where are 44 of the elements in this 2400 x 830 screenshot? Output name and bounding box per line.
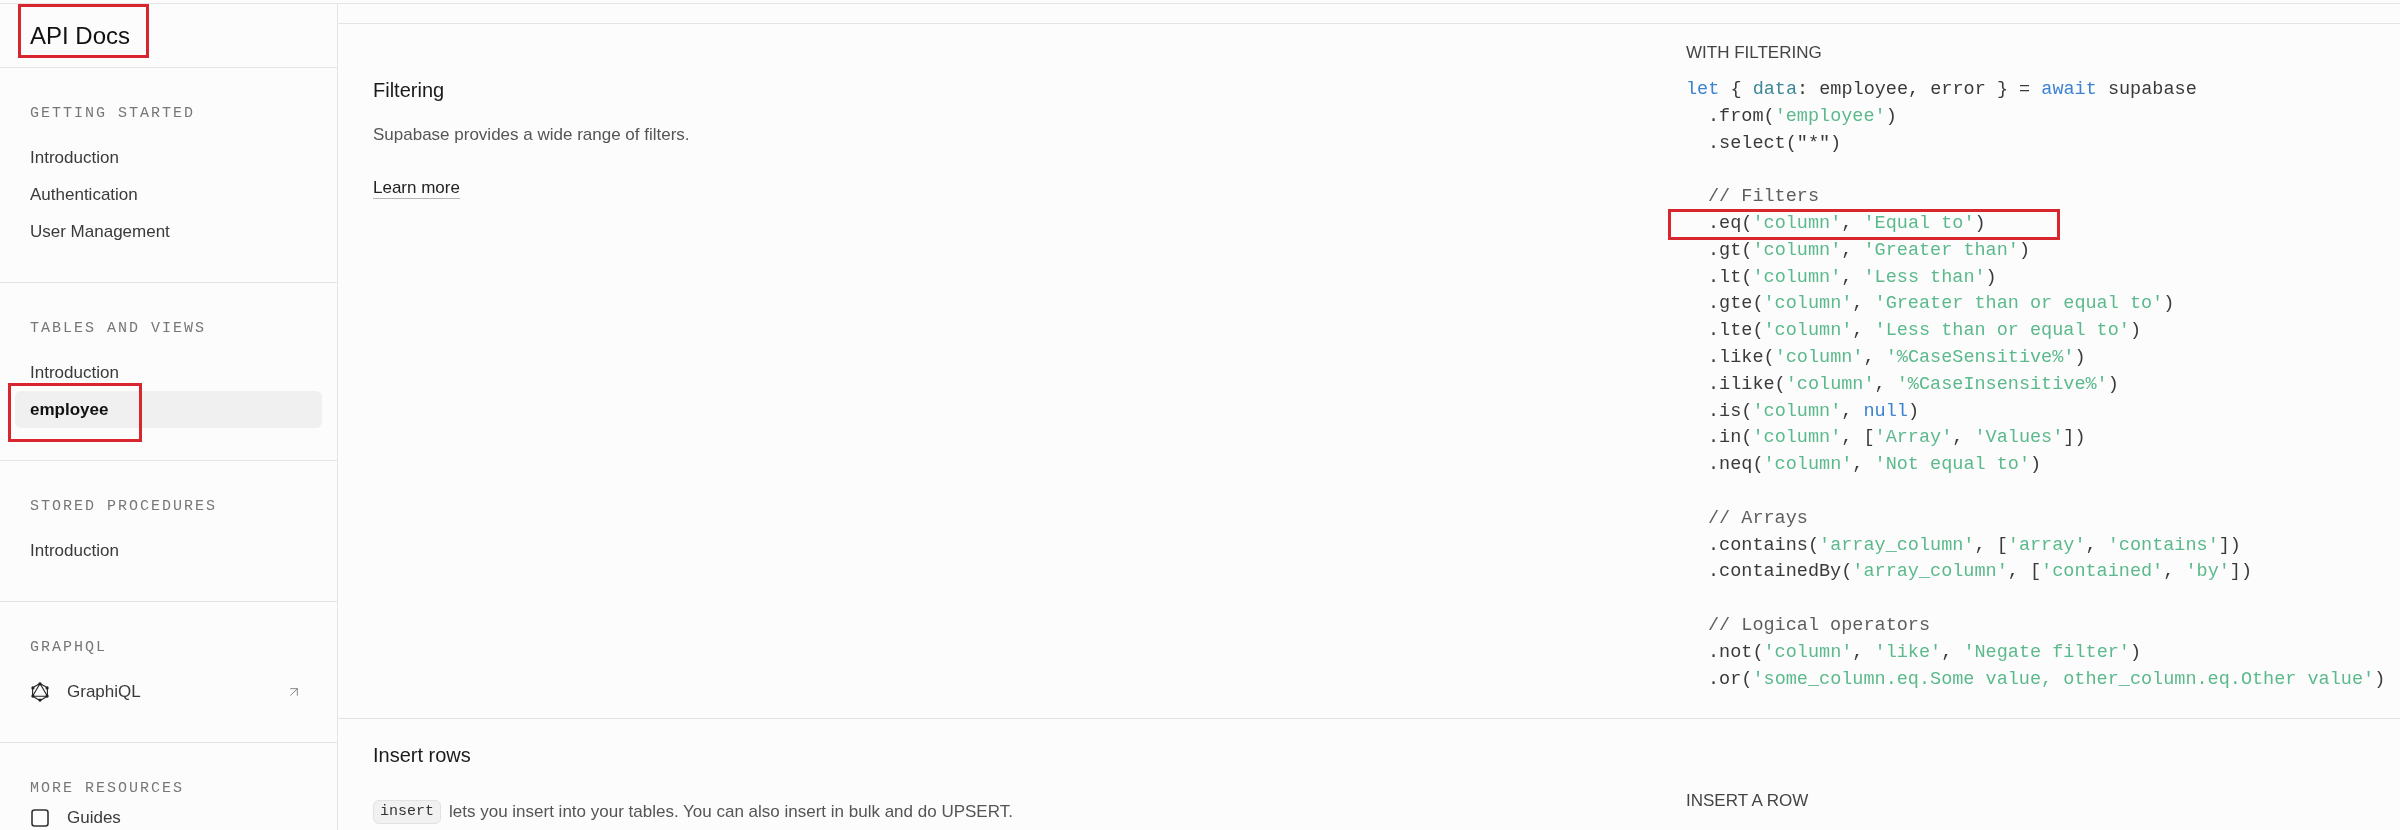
inline-code-chip: insert [373, 800, 441, 824]
sidebar-item[interactable]: Introduction [15, 532, 322, 569]
code-line: .gt('column', 'Greater than') [1708, 238, 2030, 263]
code-line: // Filters [1708, 185, 1820, 210]
code-line: .containedBy('array_column', ['contained', 'by']) [1708, 560, 2253, 585]
section-heading: GRAPHQL [30, 638, 107, 658]
code-line: .like('column', '%CaseSensitive%') [1708, 345, 2086, 370]
code-line: .lt('column', 'Less than') [1708, 265, 1997, 290]
code-line: // Logical operators [1708, 613, 1931, 638]
section-title: Filtering [373, 78, 445, 103]
sidebar-item[interactable]: employee [15, 391, 322, 428]
app-title: API Docs [30, 21, 131, 50]
section-heading: MORE RESOURCES [30, 779, 185, 799]
section-heading: TABLES AND VIEWS [30, 319, 207, 339]
code-line: .contains('array_column', ['array', 'contains']) [1708, 533, 2241, 558]
code-line: .in('column', ['Array', 'Values']) [1708, 426, 2086, 451]
sidebar-item[interactable]: Introduction [15, 354, 322, 391]
code-line: .is('column', null) [1708, 399, 1919, 424]
code-line: .lte('column', 'Less than or equal to') [1708, 319, 2141, 344]
section-description: lets you insert into your tables. You can also insert in bulk and do UPSERT. [449, 801, 1013, 823]
code-line: .neq('column', 'Not equal to') [1708, 453, 2042, 478]
hexagon-triangle-icon [30, 681, 50, 702]
code-line: // Arrays [1708, 506, 1808, 531]
code-line: .or('some_column.eq.Some value, other_column.eq.Other value') [1708, 667, 2386, 692]
code-line: .not('column', 'like', 'Negate filter') [1708, 640, 2142, 665]
code-line: .eq('column', 'Equal to') [1708, 212, 1986, 236]
square-icon [30, 808, 50, 828]
code-line: .select("*") [1708, 131, 1842, 156]
section-heading: GETTING STARTED [30, 104, 196, 124]
section-title: Insert rows [373, 743, 471, 768]
sidebar-item[interactable]: Authentication [15, 176, 322, 213]
sidebar-item[interactable]: GraphiQL [15, 673, 322, 710]
section-description: Supabase provides a wide range of filters. [373, 124, 690, 146]
code-line: .ilike('column', '%CaseInsensitive%') [1708, 372, 2119, 397]
code-line: .from('employee') [1708, 104, 1897, 129]
code-line: .gte('column', 'Greater than or equal to') [1708, 292, 2175, 317]
code-line: let { data: employee, error } = await supabase [1686, 78, 2197, 102]
example-label: WITH FILTERING [1686, 42, 1822, 64]
sidebar-item[interactable]: User Management [15, 213, 322, 250]
example-label: INSERT A ROW [1686, 790, 1809, 812]
sidebar-item[interactable]: Introduction [15, 139, 322, 176]
sidebar-item[interactable]: Guides [15, 803, 322, 830]
section-heading: STORED PROCEDURES [30, 497, 218, 517]
learn-more-link[interactable]: Learn more [373, 176, 460, 200]
